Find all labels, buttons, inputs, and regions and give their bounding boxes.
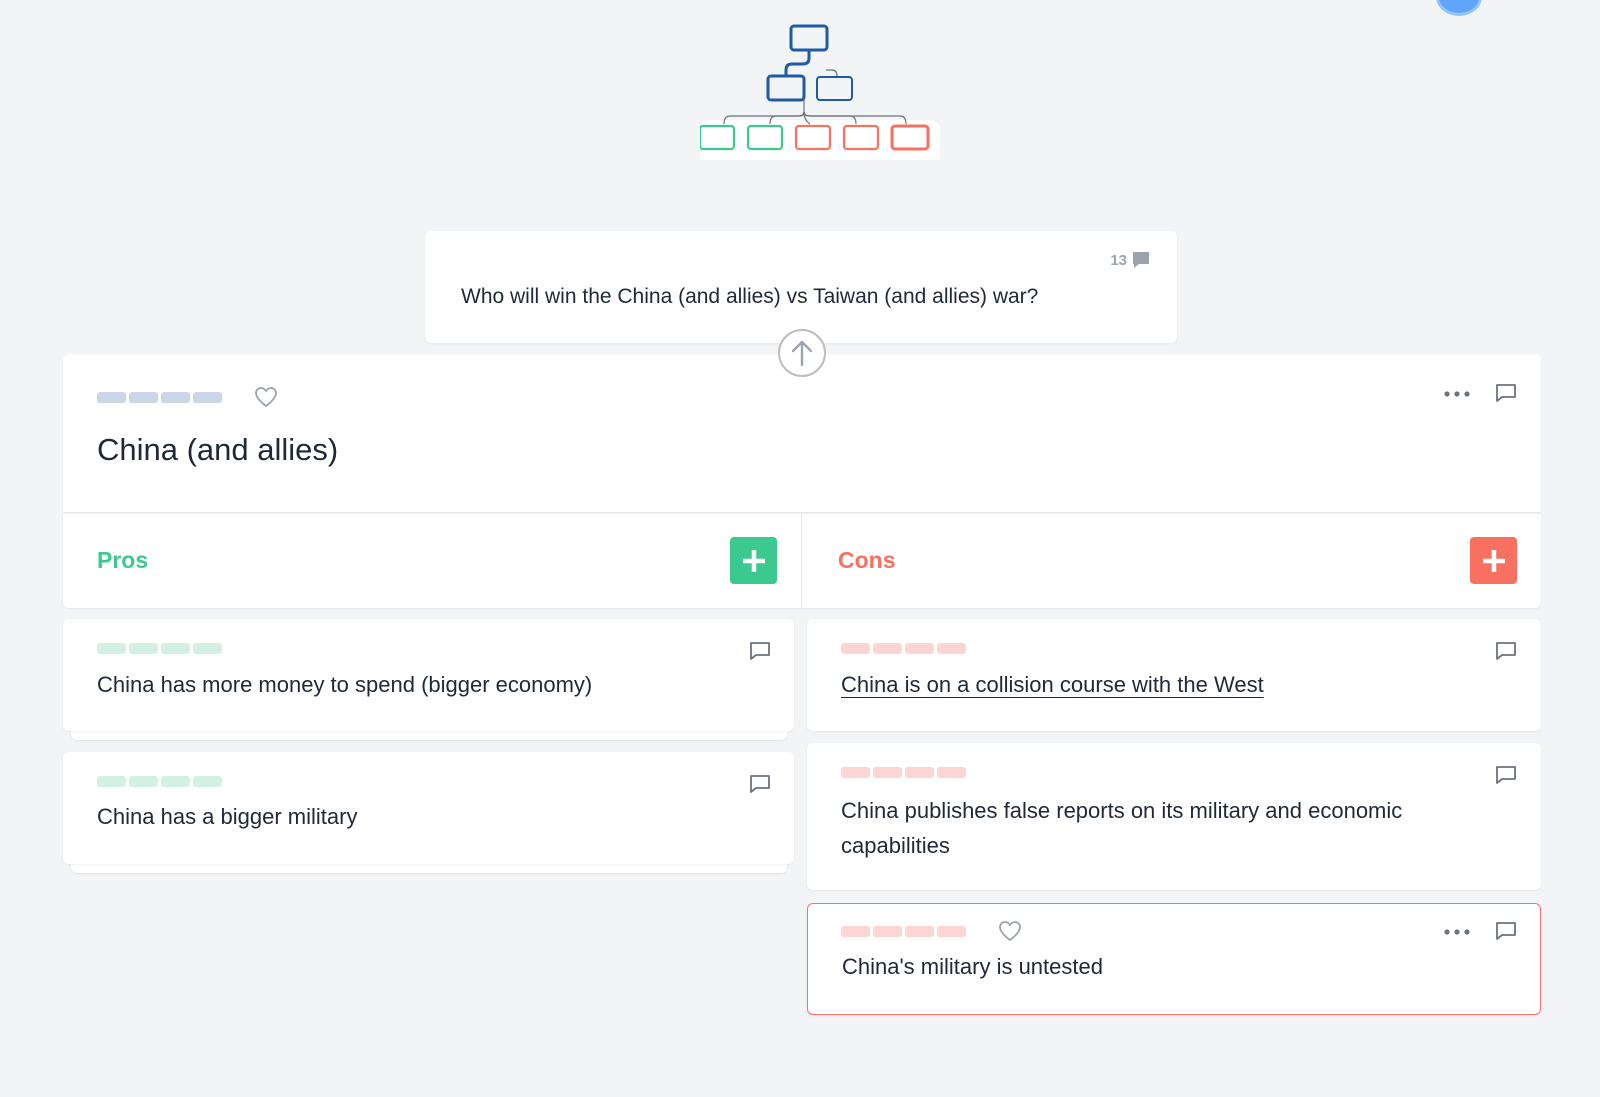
con-text: China publishes false reports on its mil… bbox=[841, 798, 1403, 858]
comments-button[interactable] bbox=[1494, 919, 1518, 943]
more-options-button[interactable] bbox=[1441, 920, 1473, 944]
comment-icon bbox=[750, 775, 770, 793]
comment-count-value: 13 bbox=[1110, 251, 1127, 269]
focused-claim-card[interactable]: China (and allies) bbox=[63, 354, 1541, 512]
plus-icon bbox=[742, 549, 765, 572]
comments-button[interactable] bbox=[748, 772, 772, 796]
pros-cons-header: Pros Cons bbox=[63, 514, 1541, 608]
comment-icon bbox=[1496, 642, 1516, 660]
score-bar bbox=[97, 392, 222, 403]
comment-icon bbox=[1496, 766, 1516, 784]
like-button[interactable] bbox=[253, 384, 279, 410]
like-button[interactable] bbox=[997, 918, 1023, 944]
pros-label: Pros bbox=[97, 547, 149, 573]
plus-icon bbox=[1482, 549, 1505, 572]
comment-icon bbox=[1133, 252, 1149, 268]
comments-button[interactable] bbox=[748, 639, 772, 663]
add-con-button[interactable] bbox=[1470, 537, 1517, 584]
heart-icon bbox=[999, 921, 1021, 942]
cons-label: Cons bbox=[838, 547, 896, 573]
parent-claim-text: Who will win the China (and allies) vs T… bbox=[461, 285, 1039, 308]
more-options-button[interactable] bbox=[1441, 382, 1473, 406]
comments-button[interactable] bbox=[1494, 639, 1518, 663]
con-card-selected[interactable]: China's military is untested bbox=[807, 903, 1541, 1015]
score-bar bbox=[841, 926, 966, 937]
score-bar bbox=[841, 767, 966, 778]
pro-text: China has a bigger military bbox=[97, 804, 358, 829]
score-bar bbox=[97, 643, 222, 654]
user-avatar[interactable] bbox=[1436, 0, 1482, 16]
score-bar bbox=[841, 643, 966, 654]
heart-icon bbox=[255, 387, 277, 408]
arrow-up-icon bbox=[791, 340, 813, 367]
con-card[interactable]: China publishes false reports on its mil… bbox=[807, 743, 1541, 890]
comments-button[interactable] bbox=[1493, 380, 1519, 406]
more-icon bbox=[1444, 929, 1470, 935]
comment-icon bbox=[750, 642, 770, 660]
pro-card[interactable]: China has a bigger military bbox=[63, 752, 794, 864]
con-text[interactable]: China is on a collision course with the … bbox=[841, 667, 1264, 702]
score-bar bbox=[97, 776, 222, 787]
argument-tree-logo[interactable] bbox=[700, 20, 940, 160]
add-pro-button[interactable] bbox=[730, 537, 777, 584]
con-text: China's military is untested bbox=[842, 954, 1103, 979]
pro-card[interactable]: China has more money to spend (bigger ec… bbox=[63, 619, 794, 731]
parent-claim-card[interactable]: 13 Who will win the China (and allies) v… bbox=[425, 231, 1177, 343]
comments-button[interactable] bbox=[1494, 763, 1518, 787]
comment-icon bbox=[1496, 384, 1516, 402]
column-divider bbox=[801, 514, 802, 608]
comment-count[interactable]: 13 bbox=[1110, 251, 1151, 269]
pro-text: China has more money to spend (bigger ec… bbox=[97, 672, 593, 697]
go-to-parent-button[interactable] bbox=[778, 329, 826, 377]
more-icon bbox=[1444, 391, 1470, 397]
comment-icon bbox=[1496, 922, 1516, 940]
con-card[interactable]: China is on a collision course with the … bbox=[807, 619, 1541, 731]
focused-claim-title: China (and allies) bbox=[97, 432, 339, 467]
